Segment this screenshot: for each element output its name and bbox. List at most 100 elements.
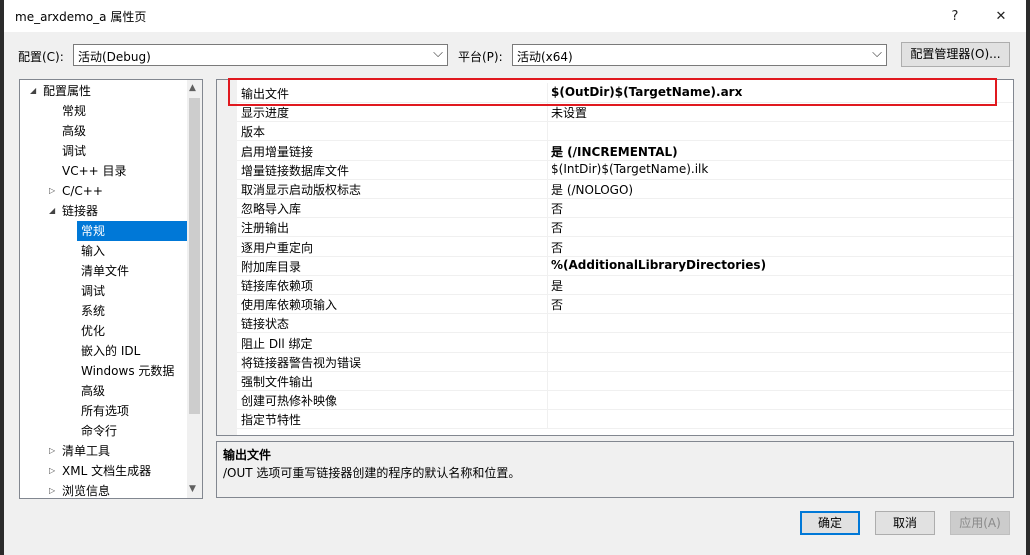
tree-item[interactable]: 系统 <box>81 301 105 321</box>
tree-item-label: 链接器 <box>62 204 99 218</box>
property-row[interactable]: 增量链接数据库文件 $(IntDir)$(TargetName).ilk <box>237 159 1013 180</box>
tree-item[interactable]: 优化 <box>81 321 105 341</box>
tree-item-label: C/C++ <box>62 184 103 198</box>
tree-item-label: 清单工具 <box>62 444 111 458</box>
tree-item[interactable]: 高级 <box>62 121 86 141</box>
property-value[interactable]: %(AdditionalLibraryDirectories) <box>551 258 766 272</box>
tree-item[interactable]: 输入 <box>81 241 105 261</box>
tree-item[interactable]: 清单文件 <box>81 261 129 281</box>
property-row[interactable]: 版本 <box>237 121 1013 142</box>
apply-button[interactable]: 应用(A) <box>950 511 1010 535</box>
column-divider <box>547 140 548 160</box>
property-grid: 输出文件 $(OutDir)$(TargetName).arx 显示进度 未设置 版本启… <box>216 79 1014 436</box>
tree-item-label: 浏览信息 <box>62 484 111 498</box>
tree-item-label: 调试 <box>81 284 106 298</box>
tree-item[interactable]: ▷ 清单工具 <box>49 441 111 461</box>
property-row[interactable]: 取消显示启动版权标志 是 (/NOLOGO) <box>237 179 1013 199</box>
platform-label: 平台(P): <box>458 50 503 64</box>
property-row[interactable]: 链接库依赖项 是 <box>237 275 1013 295</box>
property-row[interactable]: 将链接器警告视为错误 <box>237 351 1013 372</box>
scroll-up-icon[interactable]: ▲ <box>189 83 196 93</box>
expand-arrow-icon[interactable]: ▷ <box>49 481 55 498</box>
tree-item[interactable]: 常规 <box>62 101 86 121</box>
collapse-arrow-icon[interactable]: ◢ <box>49 201 55 221</box>
expand-arrow-icon[interactable]: ▷ <box>49 441 55 461</box>
chevron-down-icon: ⌵ <box>433 46 443 61</box>
property-name: 指定节特性 <box>241 413 302 428</box>
property-value[interactable]: 否 <box>551 239 563 256</box>
property-value[interactable]: 是 <box>551 277 563 294</box>
property-row[interactable]: 创建可热修补映像 <box>237 390 1013 411</box>
ok-button[interactable]: 确定 <box>800 511 860 535</box>
tree-item[interactable]: ▷ 浏览信息 <box>49 481 111 498</box>
tree-item-label: 命令行 <box>81 424 118 438</box>
column-divider <box>547 409 548 429</box>
property-row[interactable]: 指定节特性 <box>237 409 1013 430</box>
title-bar: me_arxdemo_a 属性页 ? ✕ <box>4 0 1026 32</box>
property-row[interactable]: 忽略导入库 否 <box>237 198 1013 219</box>
property-value[interactable]: 未设置 <box>551 104 587 121</box>
property-name: 使用库依赖项输入 <box>241 298 338 313</box>
tree-item[interactable]: 高级 <box>81 381 105 401</box>
property-value[interactable]: 是 (/INCREMENTAL) <box>551 143 678 160</box>
tree-item[interactable]: ▷ C/C++ <box>49 181 103 201</box>
property-row[interactable]: 附加库目录 %(AdditionalLibraryDirectories) <box>237 255 1013 276</box>
cancel-button[interactable]: 取消 <box>875 511 935 535</box>
property-value[interactable]: 是 (/NOLOGO) <box>551 181 633 198</box>
tree-item[interactable]: ▷ XML 文档生成器 <box>49 461 152 481</box>
tree-item-label: XML 文档生成器 <box>62 464 152 478</box>
property-name: 附加库目录 <box>241 259 302 274</box>
tree-item[interactable]: 命令行 <box>81 421 117 441</box>
tree-item-label: 配置属性 <box>43 84 92 98</box>
property-name: 链接库依赖项 <box>241 279 314 293</box>
column-divider <box>547 179 548 198</box>
platform-combo[interactable]: 活动(x64) ⌵ <box>512 44 887 66</box>
tree-item-label: 嵌入的 IDL <box>81 344 141 358</box>
property-value[interactable]: 否 <box>551 200 563 217</box>
scroll-down-icon[interactable]: ▼ <box>189 484 196 494</box>
property-name: 强制文件输出 <box>241 375 314 389</box>
tree-item[interactable]: 调试 <box>62 141 86 161</box>
tree-item[interactable]: ◢ 链接器 <box>49 201 99 221</box>
description-title: 输出文件 <box>223 448 272 462</box>
property-value[interactable]: 否 <box>551 296 563 313</box>
property-value[interactable]: 否 <box>551 219 563 236</box>
column-divider <box>547 371 548 390</box>
tree-item-label: 高级 <box>62 124 87 138</box>
config-manager-button[interactable]: 配置管理器(O)... <box>901 42 1010 67</box>
collapse-arrow-icon[interactable]: ◢ <box>30 81 36 101</box>
close-button[interactable]: ✕ <box>978 0 1024 32</box>
scroll-thumb[interactable] <box>189 98 200 414</box>
config-combo[interactable]: 活动(Debug) ⌵ <box>73 44 448 66</box>
tree-item-label: 系统 <box>81 304 106 318</box>
tree-item[interactable]: Windows 元数据 <box>81 361 174 381</box>
property-row[interactable]: 启用增量链接 是 (/INCREMENTAL) <box>237 140 1013 161</box>
tree-item-label: 输入 <box>81 244 106 258</box>
grid-gutter <box>217 80 237 435</box>
column-divider <box>547 313 548 333</box>
property-name: 阻止 Dll 绑定 <box>241 336 313 351</box>
tree-scrollbar[interactable]: ▲ ▼ <box>187 80 202 498</box>
expand-arrow-icon[interactable]: ▷ <box>49 461 55 481</box>
property-row[interactable]: 逐用户重定向 否 <box>237 236 1013 257</box>
tree-item[interactable]: 所有选项 <box>81 401 129 421</box>
property-name: 链接状态 <box>241 317 290 332</box>
tree-item[interactable]: VC++ 目录 <box>62 161 127 181</box>
property-row[interactable]: 强制文件输出 <box>237 371 1013 391</box>
tree-item[interactable]: 常规 <box>77 221 187 241</box>
tree-item-label: 所有选项 <box>81 404 130 418</box>
expand-arrow-icon[interactable]: ▷ <box>49 181 55 201</box>
column-divider <box>547 198 548 218</box>
property-row[interactable]: 阻止 Dll 绑定 <box>237 332 1013 353</box>
property-value[interactable]: $(IntDir)$(TargetName).ilk <box>551 162 708 176</box>
help-button[interactable]: ? <box>932 0 978 32</box>
property-row[interactable]: 链接状态 <box>237 313 1013 334</box>
tree-item[interactable]: 嵌入的 IDL <box>81 341 140 361</box>
config-value: 活动(Debug) <box>78 50 151 64</box>
property-row[interactable]: 使用库依赖项输入 否 <box>237 294 1013 315</box>
tree-item[interactable]: ◢ 配置属性 <box>30 81 92 101</box>
property-name: 取消显示启动版权标志 <box>241 183 362 197</box>
column-divider <box>547 294 548 314</box>
tree-item[interactable]: 调试 <box>81 281 105 301</box>
property-row[interactable]: 注册输出 否 <box>237 217 1013 238</box>
